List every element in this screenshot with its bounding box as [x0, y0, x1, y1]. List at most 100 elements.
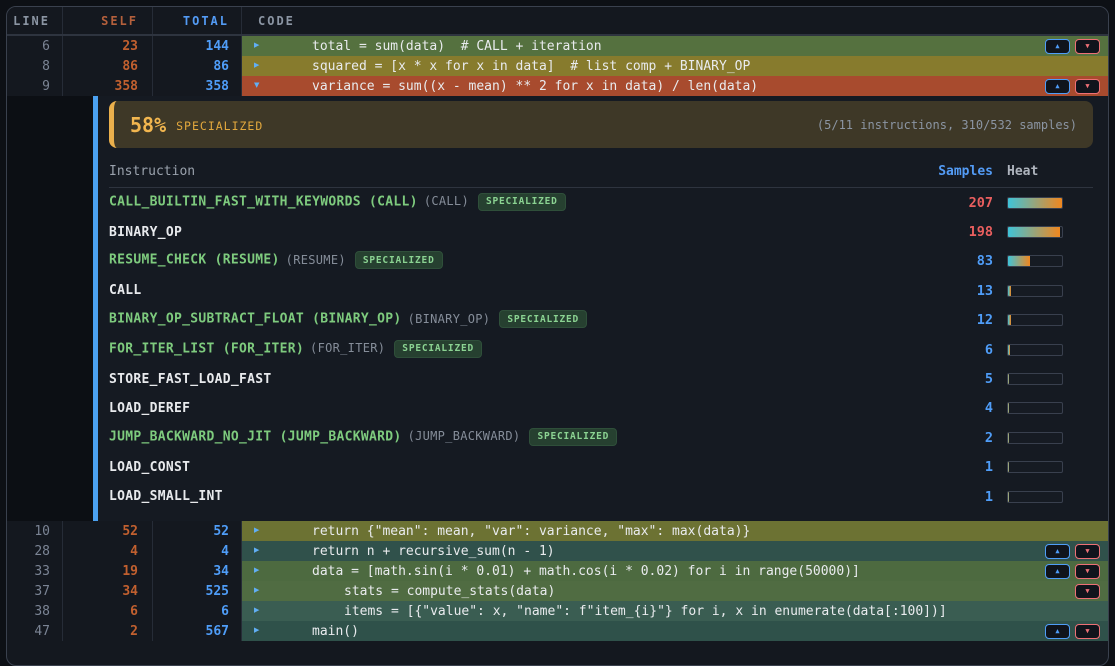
- move-up-button[interactable]: ▲: [1045, 624, 1070, 639]
- code-row-line-47: 472567▶main()▲▼: [7, 621, 1108, 641]
- heat-bar: [1007, 255, 1063, 267]
- code-cell[interactable]: ▶squared = [x * x for x in data] # list …: [242, 56, 1108, 76]
- code-cell[interactable]: ▶main()▲▼: [242, 621, 1108, 641]
- code-line-text: return {"mean": mean, "var": variance, "…: [312, 524, 750, 539]
- total-samples-cell: 52: [153, 521, 242, 541]
- heat-bar: [1007, 402, 1063, 414]
- line-number-cell: 33: [7, 561, 63, 581]
- self-samples-cell: 2: [63, 621, 153, 641]
- instruction-samples-value: 1: [933, 489, 993, 505]
- total-samples-cell: 525: [153, 581, 242, 601]
- move-down-button[interactable]: ▼: [1075, 584, 1100, 599]
- move-up-button[interactable]: ▲: [1045, 564, 1070, 579]
- move-down-button[interactable]: ▼: [1075, 79, 1100, 94]
- expand-icon[interactable]: ▶: [254, 62, 259, 71]
- collapse-icon[interactable]: ▼: [254, 82, 259, 91]
- instruction-samples-value: 207: [933, 195, 993, 211]
- instruction-opcode: LOAD_SMALL_INT: [109, 489, 223, 504]
- instruction-samples-value: 12: [933, 312, 993, 328]
- expand-icon[interactable]: ▶: [254, 42, 259, 51]
- instruction-opcode: BINARY_OP: [109, 225, 182, 240]
- code-cell[interactable]: ▼variance = sum((x - mean) ** 2 for x in…: [242, 76, 1108, 96]
- code-line-text: data = [math.sin(i * 0.01) + math.cos(i …: [312, 564, 860, 579]
- self-samples-cell: 52: [63, 521, 153, 541]
- code-cell[interactable]: ▶ data = [math.sin(i * 0.01) + math.cos(i…: [242, 561, 1108, 581]
- move-down-button[interactable]: ▼: [1075, 39, 1100, 54]
- code-rows-top: 623144▶total = sum(data) # CALL + iterat…: [7, 36, 1108, 96]
- instruction-row: RESUME_CHECK (RESUME)(RESUME)SPECIALIZED…: [109, 247, 1093, 276]
- heat-bar-fill: [1008, 403, 1009, 413]
- code-cell[interactable]: ▶return n + recursive_sum(n - 1)▲▼: [242, 541, 1108, 561]
- specialization-banner: 58% SPECIALIZED (5/11 instructions, 310/…: [109, 101, 1093, 148]
- instruction-row: LOAD_CONST1: [109, 453, 1093, 482]
- total-samples-cell: 358: [153, 76, 242, 96]
- move-up-button[interactable]: ▲: [1045, 544, 1070, 559]
- total-samples-cell: 567: [153, 621, 242, 641]
- instruction-opcode: CALL_BUILTIN_FAST_WITH_KEYWORDS (CALL): [109, 194, 418, 209]
- total-samples-cell: 144: [153, 36, 242, 56]
- code-line-text: stats = compute_stats(data): [344, 584, 555, 599]
- heat-bar: [1007, 373, 1063, 385]
- instruction-samples-value: 198: [933, 224, 993, 240]
- panel-body: 58% SPECIALIZED (5/11 instructions, 310/…: [98, 96, 1108, 521]
- expand-icon[interactable]: ▶: [254, 627, 259, 636]
- instruction-samples-value: 6: [933, 342, 993, 358]
- instruction-name: CALL: [109, 283, 933, 298]
- code-cell[interactable]: ▶ stats = compute_stats(data) ▼: [242, 581, 1108, 601]
- instruction-opcode: LOAD_DEREF: [109, 401, 190, 416]
- expand-icon[interactable]: ▶: [254, 587, 259, 596]
- line-number-cell: 37: [7, 581, 63, 601]
- instruction-opcode: FOR_ITER_LIST (FOR_ITER): [109, 341, 304, 356]
- line-number-cell: 47: [7, 621, 63, 641]
- header-total: TOTAL: [153, 7, 242, 34]
- instruction-row: LOAD_SMALL_INT 1: [109, 482, 1093, 511]
- heat-bar-fill: [1008, 227, 1060, 237]
- header-samples[interactable]: Samples: [933, 164, 993, 179]
- header-code: CODE: [242, 7, 1108, 34]
- self-samples-cell: 86: [63, 56, 153, 76]
- expand-icon[interactable]: ▶: [254, 527, 259, 536]
- specialized-badge: SPECIALIZED: [394, 340, 482, 358]
- header-line: LINE: [7, 7, 63, 34]
- code-cell[interactable]: ▶ return {"mean": mean, "var": variance, …: [242, 521, 1108, 541]
- instruction-opcode: STORE_FAST_LOAD_FAST: [109, 372, 272, 387]
- line-number-cell: 38: [7, 601, 63, 621]
- heat-bar: [1007, 226, 1063, 238]
- instruction-name: JUMP_BACKWARD_NO_JIT (JUMP_BACKWARD)(JUM…: [109, 429, 933, 447]
- expand-icon[interactable]: ▶: [254, 567, 259, 576]
- instruction-samples-value: 83: [933, 253, 993, 269]
- instruction-name: LOAD_DEREF: [109, 401, 933, 416]
- code-line-text: total = sum(data) # CALL + iteration: [312, 39, 602, 54]
- panel-gutter: [7, 96, 93, 521]
- specialized-detail: (5/11 instructions, 310/532 samples): [817, 118, 1077, 132]
- move-down-button[interactable]: ▼: [1075, 624, 1100, 639]
- heat-bar-fill: [1008, 345, 1010, 355]
- heat-bar: [1007, 491, 1063, 503]
- heat-bar-fill: [1008, 198, 1062, 208]
- instruction-base-opcode: (RESUME): [286, 253, 346, 267]
- heat-bar-fill: [1008, 492, 1009, 502]
- specialized-label: SPECIALIZED: [176, 119, 263, 133]
- expand-icon[interactable]: ▶: [254, 607, 259, 616]
- code-cell[interactable]: ▶ total = sum(data) # CALL + iteration ▲ ▼: [242, 36, 1108, 56]
- self-samples-cell: 19: [63, 561, 153, 581]
- code-row-line-37: 3734525▶stats = compute_stats(data)▼: [7, 581, 1108, 601]
- heat-bar: [1007, 432, 1063, 444]
- move-down-button[interactable]: ▼: [1075, 564, 1100, 579]
- move-down-button[interactable]: ▼: [1075, 544, 1100, 559]
- move-up-button[interactable]: ▲: [1045, 39, 1070, 54]
- instruction-base-opcode: (CALL): [424, 194, 469, 208]
- line-detail-panel: 58% SPECIALIZED (5/11 instructions, 310/…: [7, 96, 1108, 521]
- instruction-row: FOR_ITER_LIST (FOR_ITER)(FOR_ITER)SPECIA…: [109, 335, 1093, 364]
- heat-bar: [1007, 197, 1063, 209]
- move-up-button[interactable]: ▲: [1045, 79, 1070, 94]
- instruction-opcode: CALL: [109, 283, 142, 298]
- instruction-name: FOR_ITER_LIST (FOR_ITER)(FOR_ITER)SPECIA…: [109, 341, 933, 359]
- instruction-samples-value: 1: [933, 459, 993, 475]
- instruction-row: STORE_FAST_LOAD_FAST5: [109, 364, 1093, 393]
- code-row-line-9: 9358358▼variance = sum((x - mean) ** 2 f…: [7, 76, 1108, 96]
- specialized-badge: SPECIALIZED: [499, 310, 587, 328]
- instruction-row: BINARY_OP 198: [109, 217, 1093, 246]
- expand-icon[interactable]: ▶: [254, 547, 259, 556]
- code-cell[interactable]: ▶items = [{"value": x, "name": f"item_{i…: [242, 601, 1108, 621]
